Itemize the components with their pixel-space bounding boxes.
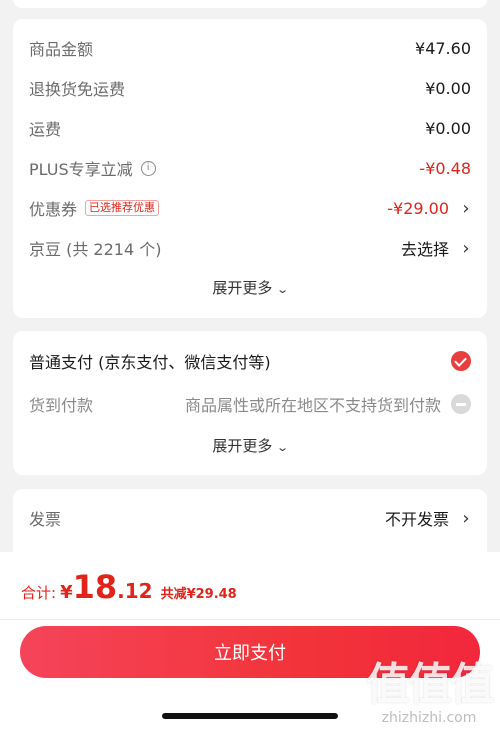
total-amount: 合计: ¥ 18 .12 共减¥29.48	[21, 568, 237, 606]
home-indicator[interactable]	[162, 713, 338, 719]
return-shipping-value: ¥0.00	[425, 78, 471, 98]
expand-more-label: 展开更多	[212, 437, 273, 455]
info-icon[interactable]: i	[140, 160, 156, 176]
chevron-right-icon: ›	[462, 197, 470, 219]
disabled-icon	[451, 394, 471, 414]
expand-more-label: 展开更多	[212, 279, 273, 297]
payment-option-standard[interactable]: 普通支付 (京东支付、微信支付等)	[29, 346, 471, 376]
coupon-label: 优惠券	[29, 200, 78, 219]
expand-more-price[interactable]: 展开更多 ⌄	[13, 277, 487, 298]
payment-option-cod-note: 商品属性或所在地区不支持货到付款	[184, 396, 441, 415]
shipping-fee-row: 运费 ¥0.00	[29, 113, 471, 143]
plus-discount-label: PLUS专享立减	[29, 160, 133, 179]
invoice-value: 不开发票	[384, 510, 449, 529]
return-shipping-row: 退换货免运费 ¥0.00	[29, 73, 471, 103]
chevron-right-icon: ›	[462, 237, 470, 259]
goods-amount-value: ¥47.60	[415, 38, 471, 58]
invoice-row[interactable]: 发票 不开发票 ›	[29, 503, 471, 533]
plus-discount-row: PLUS专享立减 i -¥0.48	[29, 153, 471, 183]
payment-option-standard-label: 普通支付 (京东支付、微信支付等)	[29, 353, 271, 372]
payment-option-cod-label: 货到付款	[29, 396, 94, 415]
expand-more-payment[interactable]: 展开更多 ⌄	[13, 435, 487, 456]
checkout-footer: 合计: ¥ 18 .12 共减¥29.48 立即支付 值值值 zhizhizhi…	[0, 552, 500, 729]
chevron-right-icon: ›	[462, 507, 470, 529]
previous-section-card	[13, 0, 487, 8]
jingdou-row[interactable]: 京豆 (共 2214 个) 去选择 ›	[29, 233, 471, 263]
chevron-down-icon: ⌄	[276, 441, 290, 454]
jingdou-label: 京豆 (共 2214 个)	[29, 240, 162, 259]
payment-option-cod: 货到付款 商品属性或所在地区不支持货到付款	[29, 389, 471, 419]
shipping-fee-value: ¥0.00	[425, 118, 471, 138]
watermark-logo: 值值值	[366, 659, 494, 710]
total-integer: 18	[72, 568, 118, 606]
payment-method-card: 普通支付 (京东支付、微信支付等) 货到付款 商品属性或所在地区不支持货到付款 …	[13, 331, 487, 475]
watermark-url: zhizhizhi.com	[381, 710, 477, 726]
plus-discount-value: -¥0.48	[419, 158, 471, 178]
shipping-fee-label: 运费	[29, 120, 62, 139]
coupon-row[interactable]: 优惠券 已选推荐优惠 -¥29.00 ›	[29, 193, 471, 223]
total-discount: 共减¥29.48	[160, 587, 237, 602]
total-label: 合计:	[21, 584, 57, 602]
watermark: 值值值 zhizhizhi.com	[366, 648, 494, 726]
goods-amount-label: 商品金额	[29, 40, 94, 59]
divider	[0, 619, 500, 620]
check-selected-icon[interactable]	[451, 351, 471, 371]
chevron-down-icon: ⌄	[276, 283, 290, 296]
goods-amount-row: 商品金额 ¥47.60	[29, 33, 471, 63]
return-shipping-label: 退换货免运费	[29, 80, 126, 99]
recommended-coupon-tag: 已选推荐优惠	[85, 200, 160, 216]
price-details-card: 商品金额 ¥47.60 退换货免运费 ¥0.00 运费 ¥0.00 PLUS专享…	[13, 19, 487, 318]
coupon-value: -¥29.00	[387, 198, 449, 218]
total-decimal: .12	[117, 579, 153, 603]
currency-symbol: ¥	[60, 582, 73, 603]
jingdou-select-text: 去选择	[400, 240, 449, 259]
invoice-label: 发票	[29, 510, 62, 529]
